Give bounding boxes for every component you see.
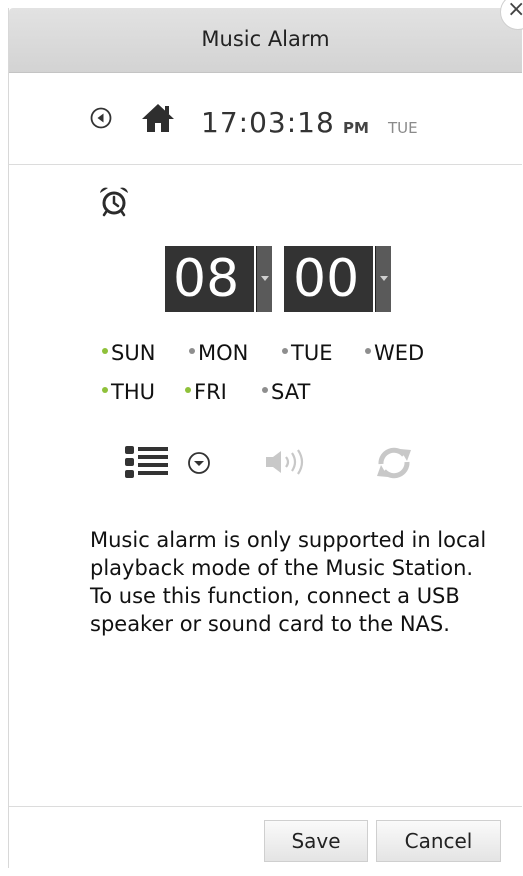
day-label: TUE bbox=[291, 341, 333, 365]
current-time: 17:03:18 bbox=[201, 106, 335, 139]
save-button[interactable]: Save bbox=[264, 820, 368, 862]
day-indicator bbox=[282, 348, 288, 354]
clock-bar: 17:03:18 PM TUE bbox=[9, 72, 522, 165]
dialog-titlebar: Music Alarm bbox=[9, 8, 522, 73]
day-indicator bbox=[189, 348, 195, 354]
day-toggle-fri[interactable]: FRI bbox=[185, 380, 227, 404]
day-indicator bbox=[102, 348, 108, 354]
alarm-hour[interactable]: 08 bbox=[165, 246, 254, 312]
day-label: THU bbox=[111, 380, 155, 404]
repeat-icon bbox=[373, 446, 415, 484]
volume-icon bbox=[264, 448, 310, 480]
alarm-clock-icon bbox=[98, 185, 130, 221]
day-label: WED bbox=[374, 341, 425, 365]
dialog-footer: Save Cancel bbox=[9, 806, 522, 869]
day-label: FRI bbox=[194, 380, 227, 404]
current-ampm: PM bbox=[343, 119, 369, 137]
day-toggle-tue[interactable]: TUE bbox=[282, 341, 332, 365]
day-label: MON bbox=[198, 341, 249, 365]
day-toggle-sun[interactable]: SUN bbox=[102, 341, 155, 365]
alarm-info-message: Music alarm is only supported in local p… bbox=[90, 528, 487, 636]
current-weekday: TUE bbox=[388, 119, 418, 137]
alarm-minute[interactable]: 00 bbox=[284, 246, 373, 312]
hour-dropdown-arrow[interactable] bbox=[256, 246, 272, 312]
home-icon[interactable] bbox=[140, 102, 176, 138]
day-toggle-wed[interactable]: WED bbox=[365, 341, 424, 365]
day-toggle-mon[interactable]: MON bbox=[189, 341, 248, 365]
day-indicator bbox=[185, 387, 191, 393]
music-alarm-dialog: Music Alarm × 17:03:18 PM TUE 08 00 SUN … bbox=[8, 0, 523, 869]
day-toggle-sat[interactable]: SAT bbox=[262, 380, 310, 404]
dialog-title: Music Alarm bbox=[201, 27, 330, 51]
day-indicator bbox=[262, 387, 268, 393]
minute-dropdown-arrow[interactable] bbox=[375, 246, 391, 312]
day-toggle-thu[interactable]: THU bbox=[102, 380, 155, 404]
cancel-button[interactable]: Cancel bbox=[376, 820, 501, 862]
playlist-icon[interactable] bbox=[123, 444, 171, 484]
day-label: SUN bbox=[111, 341, 156, 365]
day-indicator bbox=[102, 387, 108, 393]
day-indicator bbox=[365, 348, 371, 354]
day-label: SAT bbox=[271, 380, 311, 404]
dropdown-icon[interactable] bbox=[187, 451, 211, 479]
back-icon[interactable] bbox=[90, 107, 112, 133]
